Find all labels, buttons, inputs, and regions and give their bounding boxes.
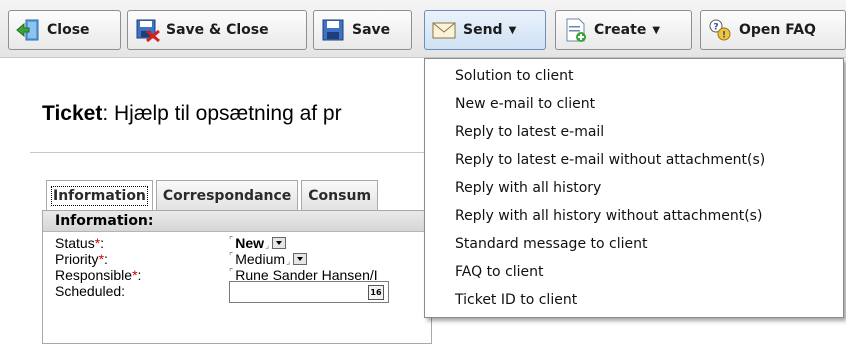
save-close-icon — [136, 19, 160, 43]
field-corner-icon: ⌜ — [229, 251, 234, 261]
menu-item-faq-to-client[interactable]: FAQ to client — [455, 259, 544, 285]
panel-header: Information: — [43, 211, 431, 232]
scheduled-label: Scheduled: — [55, 283, 126, 299]
menu-item-standard-message[interactable]: Standard message to client — [455, 231, 647, 257]
page-title: Ticket: Hjælp til opsætning af pr — [42, 102, 342, 125]
send-button[interactable]: Send ▼ — [424, 10, 546, 50]
field-corner-icon: ⌜ — [229, 267, 234, 277]
chevron-down-icon[interactable] — [293, 253, 308, 265]
chevron-down-icon: ▼ — [652, 24, 661, 36]
menu-item-reply-all-history[interactable]: Reply with all history — [455, 175, 601, 201]
tab-information[interactable]: Information — [46, 180, 153, 210]
information-panel: Information: Status*: ⌜ New ⌟ Priority*:… — [42, 210, 432, 344]
menu-item-reply-latest-email[interactable]: Reply to latest e-mail — [455, 119, 604, 145]
field-corner-icon: ⌜ — [229, 235, 234, 245]
priority-value: Medium — [235, 251, 286, 267]
field-corner-icon: ⌟ — [286, 256, 291, 266]
divider — [30, 152, 430, 153]
menu-item-ticket-id-to-client[interactable]: Ticket ID to client — [455, 287, 577, 313]
door-exit-icon — [16, 19, 39, 41]
status-value: New — [235, 235, 265, 251]
menu-item-reply-latest-email-no-attachments[interactable]: Reply to latest e-mail without attachmen… — [455, 147, 765, 173]
menu-item-solution-to-client[interactable]: Solution to client — [455, 63, 573, 89]
priority-label: Priority*: — [55, 251, 108, 267]
menu-item-reply-all-history-no-attachments[interactable]: Reply with all history without attachmen… — [455, 203, 762, 229]
close-label: Close — [47, 22, 90, 38]
responsible-label: Responsible*: — [55, 267, 142, 283]
save-close-label: Save & Close — [166, 22, 269, 38]
save-label: Save — [352, 22, 391, 38]
floppy-disk-icon — [322, 19, 344, 41]
toolbar: Close Save & Close Save Send ▼ Create ▼ … — [0, 0, 846, 58]
open-faq-label: Open FAQ — [739, 22, 816, 38]
menu-item-new-email-to-client[interactable]: New e-mail to client — [455, 91, 595, 117]
send-dropdown-menu: Solution to client New e-mail to client … — [424, 58, 844, 318]
status-label: Status*: — [55, 235, 105, 251]
faq-question-icon: ? ! — [709, 19, 731, 41]
create-label: Create — [594, 22, 647, 38]
scheduled-date-input[interactable]: 16 — [229, 281, 389, 303]
status-select[interactable]: ⌜ New ⌟ — [229, 235, 287, 251]
send-label: Send — [463, 22, 503, 38]
save-button[interactable]: Save — [313, 10, 412, 50]
tab-bar: Information Correspondance Consum — [46, 180, 381, 210]
chevron-down-icon: ▼ — [508, 24, 517, 36]
calendar-icon[interactable]: 16 — [368, 285, 384, 300]
ticket-label: Ticket — [42, 102, 103, 125]
field-corner-icon: ⌟ — [265, 240, 270, 250]
envelope-icon — [432, 22, 456, 39]
chevron-down-icon[interactable] — [272, 237, 287, 249]
svg-text:?: ? — [713, 23, 718, 33]
tab-consumption[interactable]: Consum — [301, 180, 379, 210]
create-button[interactable]: Create ▼ — [555, 10, 692, 50]
close-button[interactable]: Close — [8, 10, 121, 50]
tab-correspondance[interactable]: Correspondance — [155, 180, 299, 210]
new-document-icon — [566, 18, 586, 42]
priority-select[interactable]: ⌜ Medium ⌟ — [229, 251, 308, 267]
ticket-subject: Hjælp til opsætning af pr — [114, 102, 342, 125]
save-close-button[interactable]: Save & Close — [127, 10, 307, 50]
open-faq-button[interactable]: ? ! Open FAQ — [700, 10, 846, 50]
svg-text:!: ! — [722, 31, 726, 41]
